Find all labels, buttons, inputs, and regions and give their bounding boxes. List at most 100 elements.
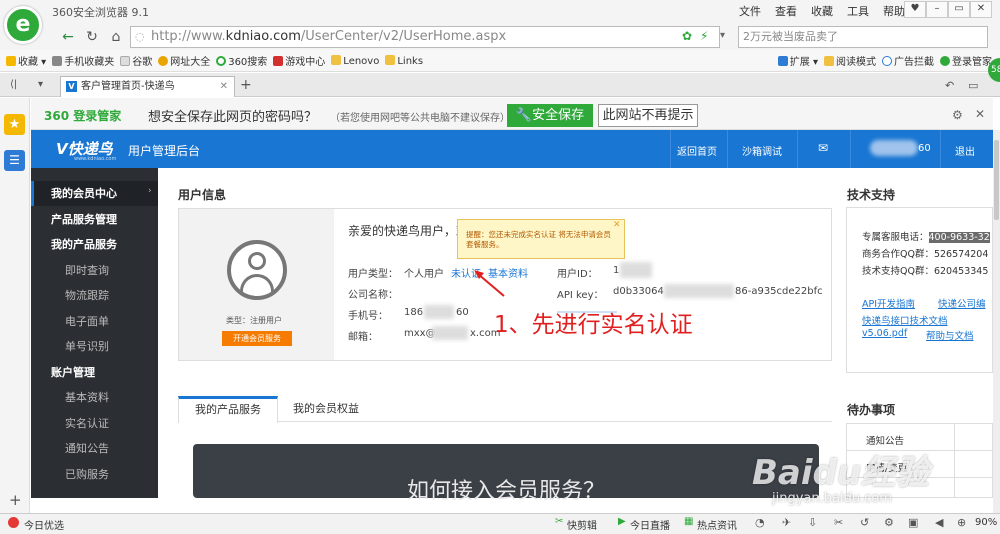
page-icon: ◌ <box>135 30 145 43</box>
site-logo-sub: www.kdniao.com <box>74 156 117 162</box>
api-guide-link[interactable]: API开发指南 <box>862 296 915 310</box>
nav-instant-query[interactable]: 即时查询 <box>31 258 158 284</box>
express-codes-link[interactable]: 快递公司编 <box>938 296 986 310</box>
bookmark-google[interactable]: 谷歌 <box>120 53 152 68</box>
gear-icon[interactable]: ⚙ <box>952 108 963 122</box>
never-prompt-button[interactable]: 此网站不再提示 <box>598 104 698 127</box>
greeting: 亲爱的快递鸟用户，欢 <box>348 224 469 238</box>
nav-real-name[interactable]: 实名认证 <box>31 411 158 437</box>
pin-icon[interactable]: ✈ <box>782 516 791 529</box>
add-sidebar-button[interactable]: + <box>9 491 22 509</box>
chevron-down-icon[interactable]: ▾ <box>720 30 725 41</box>
wrench-icon: 🔧 <box>515 108 533 123</box>
menu-file[interactable]: 文件 <box>739 3 761 19</box>
api-doc-link[interactable]: 快递鸟接口技术文档 <box>862 313 948 327</box>
layout-icon[interactable]: ▣ <box>908 516 918 529</box>
minimize-button[interactable]: – <box>926 1 948 18</box>
live-link[interactable]: 今日直播 <box>630 517 670 532</box>
todo-divider <box>954 423 955 498</box>
header-sandbox-link[interactable]: 沙箱调试 <box>742 143 782 158</box>
notes-icon[interactable]: ☰ <box>4 150 25 171</box>
refresh-icon[interactable]: ↺ <box>860 516 869 529</box>
tab-member-benefits[interactable]: 我的会员权益 <box>280 396 372 422</box>
username-blur <box>870 140 918 156</box>
menu-view[interactable]: 查看 <box>775 3 797 19</box>
gear-icon[interactable]: ⚙ <box>884 516 894 529</box>
ext-button[interactable]: 扩展 ▾ <box>777 53 818 68</box>
nav-logistics-track[interactable]: 物流跟踪 <box>31 283 158 309</box>
mail-icon[interactable]: ✉ <box>818 141 828 155</box>
folder-icon <box>385 54 396 65</box>
bookmark-games[interactable]: 游戏中心 <box>273 53 325 68</box>
address-input[interactable]: ◌ http://www.kdniao.com/UserCenter/v2/Use… <box>130 26 720 48</box>
lightning-icon[interactable]: ⚡ <box>700 29 708 43</box>
api-doc-version-link[interactable]: v5.06.pdf <box>862 328 907 339</box>
nav-notices[interactable]: 通知公告 <box>31 436 158 462</box>
header-username[interactable]: 60 <box>918 143 931 154</box>
tab-kdniao[interactable]: V 客户管理首页-快递鸟 ✕ <box>60 76 235 97</box>
nav-number-recognition[interactable]: 单号识别 <box>31 334 158 360</box>
speed-icon[interactable]: ◔ <box>755 516 765 529</box>
favorites-star-icon[interactable]: ★ <box>4 114 25 135</box>
header-home-link[interactable]: 返回首页 <box>677 143 717 158</box>
search-input[interactable]: 2万元被当废品卖了 <box>738 26 988 48</box>
phone-tail: 60 <box>456 307 469 318</box>
reading-mode-button[interactable]: 阅读模式 <box>824 53 876 68</box>
email-blur <box>432 326 468 340</box>
tab-list-icon[interactable]: ⟨| <box>10 79 17 90</box>
screenshot-icon[interactable]: ✂ <box>834 516 843 529</box>
home-icon[interactable]: ⌂ <box>106 27 126 47</box>
close-icon[interactable]: ✕ <box>975 107 985 121</box>
tab-my-products[interactable]: 我的产品服务 <box>178 396 278 423</box>
grid-icon <box>777 56 788 66</box>
howto-title: 如何接入会员服务？ <box>407 479 606 504</box>
volume-icon[interactable]: ◀ <box>935 516 943 529</box>
login-manager-button[interactable]: 登录管家 <box>940 53 992 68</box>
chevron-down-icon[interactable]: ▾ <box>38 79 43 90</box>
daily-picks-link[interactable]: 今日优选 <box>24 517 64 532</box>
bookmark-hao[interactable]: 网址大全 <box>158 53 210 68</box>
menu-tools[interactable]: 工具 <box>847 3 869 19</box>
maximize-button[interactable]: ▭ <box>948 1 970 18</box>
tooltip-close-icon[interactable]: ✕ <box>613 220 621 230</box>
bookmark-lenovo[interactable]: Lenovo <box>331 54 379 67</box>
skin-icon[interactable]: ♥ <box>904 1 926 18</box>
new-tab-button[interactable]: + <box>240 77 252 93</box>
open-membership-button[interactable]: 开通会员服务 <box>222 331 292 346</box>
save-password-button[interactable]: 🔧安全保存 <box>507 104 593 127</box>
user-icon <box>940 56 950 66</box>
restore-tab-icon[interactable]: ↶ <box>945 79 954 92</box>
bookmark-360search[interactable]: 360搜索 <box>216 53 267 68</box>
close-button[interactable]: ✕ <box>970 1 992 18</box>
bookmark-mobile[interactable]: 手机收藏夹 <box>52 53 114 68</box>
baidu-watermark: Baidu经验 <box>752 453 930 493</box>
back-icon[interactable]: ← <box>58 27 78 47</box>
tab-close-icon[interactable]: ✕ <box>220 77 228 97</box>
refresh-icon[interactable]: ↻ <box>82 27 102 47</box>
nav-account-manage[interactable]: 账户管理 <box>31 360 158 386</box>
logout-link[interactable]: 退出 <box>955 143 975 158</box>
zoom-icon[interactable]: ⊕ <box>957 516 966 529</box>
hot-news-link[interactable]: 热点资讯 <box>697 517 737 532</box>
zoom-level[interactable]: 90% <box>975 517 997 528</box>
nav-basic-info[interactable]: 基本资料 <box>31 385 158 411</box>
nav-e-waybill[interactable]: 电子面单 <box>31 309 158 335</box>
quick-clip-link[interactable]: 快剪辑 <box>567 517 597 532</box>
nav-product-manage[interactable]: 产品服务管理 <box>31 207 158 233</box>
menu-favorites[interactable]: 收藏 <box>811 3 833 19</box>
nav-member-center[interactable]: 我的会员中心 <box>31 181 158 207</box>
tab-menu-icon[interactable]: ▭ <box>968 79 978 92</box>
annotation-text: 1、先进行实名认证 <box>494 312 693 338</box>
adblock-button[interactable]: 广告拦截 <box>882 53 934 68</box>
security-icon[interactable]: ✿ <box>682 29 692 43</box>
bookmark-links[interactable]: Links <box>385 54 423 67</box>
scrollbar-thumb[interactable] <box>994 140 999 220</box>
bookmark-favorites[interactable]: 收藏 ▾ <box>6 53 46 68</box>
nav-my-products[interactable]: 我的产品服务 <box>31 232 158 258</box>
news-icon: ▦ <box>684 516 694 527</box>
browser-logo-icon[interactable]: e <box>4 6 42 44</box>
download-icon[interactable]: ⇩ <box>808 516 817 529</box>
help-docs-link[interactable]: 帮助与文档 <box>926 328 974 342</box>
nav-purchased[interactable]: 已购服务 <box>31 462 158 488</box>
menu-help[interactable]: 帮助 <box>883 3 905 19</box>
